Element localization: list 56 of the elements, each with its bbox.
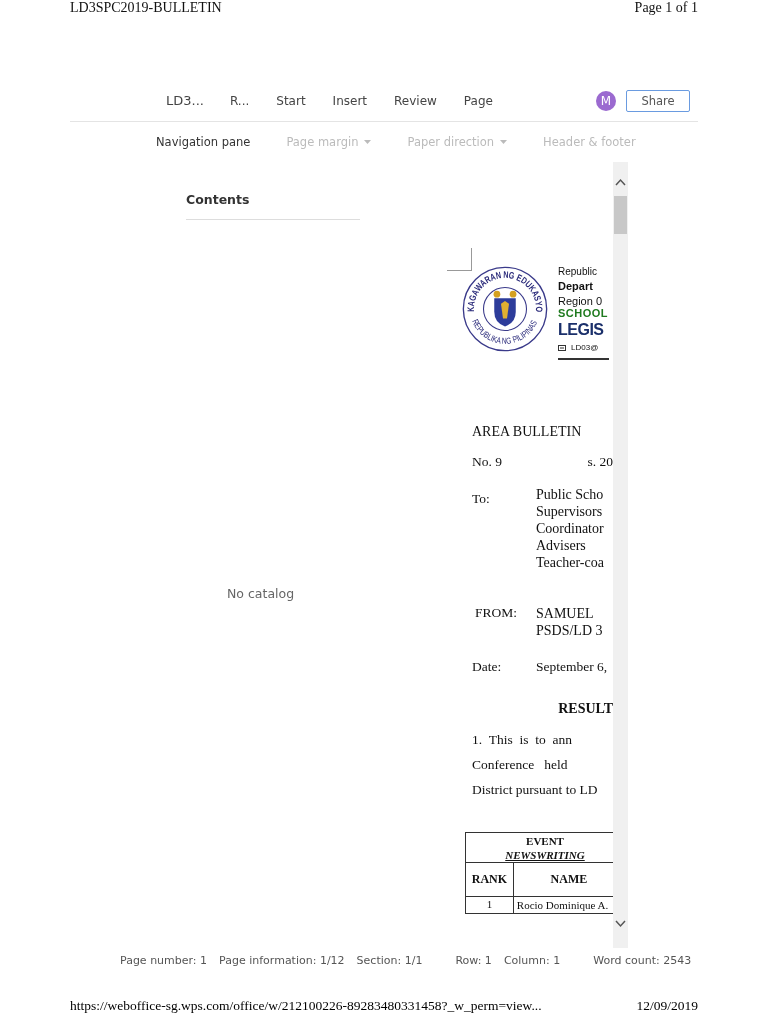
status-text: Row: 1 bbox=[455, 953, 492, 967]
letterhead-text: LEGIS bbox=[558, 320, 605, 340]
document-title: LD3SPC2019-BULLETIN bbox=[70, 0, 222, 17]
email-text: LD03@ bbox=[571, 343, 599, 352]
empty-message: No catalog bbox=[227, 586, 295, 601]
user-avatar[interactable]: M bbox=[596, 90, 616, 111]
toolbar-tab[interactable]: Start bbox=[276, 93, 306, 108]
paragraph-text: Conference held bbox=[472, 756, 569, 774]
table-cell: Rocio Dominique A. bbox=[516, 899, 609, 911]
recipient-text: Teacher-coa bbox=[536, 554, 604, 571]
letterhead-text: Region 0 bbox=[558, 295, 604, 307]
status-text: Page number: 1 bbox=[120, 953, 208, 967]
scrollbar-thumb[interactable] bbox=[614, 196, 627, 234]
chevron-up-icon[interactable] bbox=[615, 178, 626, 186]
sender-text: PSDS/LD 3 bbox=[536, 622, 603, 639]
pane-title: Contents bbox=[186, 192, 250, 207]
table-cell: 1 bbox=[486, 898, 493, 910]
paragraph-text: District pursuant to LD bbox=[472, 781, 599, 799]
toolbar-tab[interactable]: Review bbox=[394, 93, 437, 108]
column-header: RANK bbox=[471, 872, 508, 886]
section-title: RESULT bbox=[557, 701, 613, 717]
date-label: Date: bbox=[472, 659, 503, 675]
toolbar-tab[interactable]: Insert bbox=[332, 93, 368, 108]
letterhead-text: Republic bbox=[558, 266, 598, 277]
table-header: NEWSWRITING bbox=[504, 849, 586, 861]
toolbar-tab[interactable]: R... bbox=[229, 93, 250, 108]
bulletin-heading: AREA BULLETIN bbox=[472, 424, 583, 440]
chevron-down-icon[interactable] bbox=[615, 920, 626, 928]
scrollbar[interactable] bbox=[613, 162, 628, 948]
recipient-text: Advisers bbox=[536, 537, 587, 554]
paragraph-text: 1. This is to ann bbox=[472, 731, 573, 749]
table-header: EVENT bbox=[525, 834, 565, 849]
share-button[interactable]: Share bbox=[626, 89, 690, 112]
recipient-text: Coordinator bbox=[536, 520, 604, 537]
print-date: 12/09/2019 bbox=[636, 998, 698, 1015]
status-text: Column: 1 bbox=[503, 953, 561, 967]
ribbon-button[interactable]: Navigation pane bbox=[156, 135, 251, 149]
letterhead-text: SCHOOL bbox=[558, 307, 609, 319]
status-text: Section: 1/1 bbox=[356, 953, 423, 967]
status-text: Page information: 1/12 bbox=[219, 953, 345, 967]
page-url: https://weboffice-sg.wps.com/office/w/212100226-89283480331458?_w_perm=view... bbox=[70, 998, 542, 1015]
sender-text: SAMUEL bbox=[536, 605, 595, 622]
bulletin-number: No. 9 bbox=[472, 454, 502, 470]
status-text: Word count: 2543 bbox=[593, 953, 692, 967]
to-label: To: bbox=[472, 491, 491, 508]
bulletin-series: s. 20 bbox=[587, 454, 613, 470]
toolbar-tab[interactable]: Page bbox=[463, 93, 493, 108]
page-count: Page 1 of 1 bbox=[634, 0, 698, 17]
envelope-icon bbox=[558, 344, 566, 351]
recipient-text: Supervisors bbox=[536, 503, 604, 520]
toolbar-tab[interactable]: LD3... bbox=[166, 93, 204, 108]
column-header: NAME bbox=[550, 872, 588, 886]
recipient-text: Public Scho bbox=[536, 486, 604, 503]
letterhead-text: Depart bbox=[558, 280, 594, 292]
date-text: September 6, bbox=[536, 659, 608, 675]
from-label: FROM: bbox=[474, 605, 519, 622]
